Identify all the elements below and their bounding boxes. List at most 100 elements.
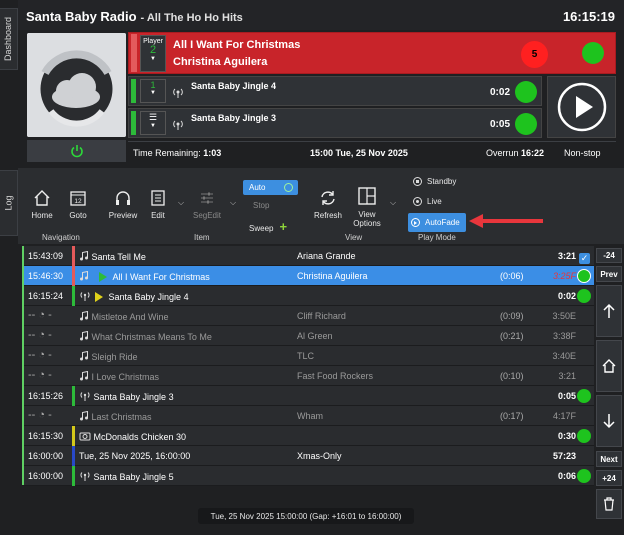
home-button[interactable]: Home <box>28 176 56 220</box>
play-button[interactable] <box>547 76 616 138</box>
player-3[interactable]: ☰ ▼ Santa Baby Jingle 3 0:05 <box>128 108 542 138</box>
minus-24-button[interactable]: -24 <box>596 248 622 263</box>
station-title: Santa Baby Radio - All The Ho Ho Hits <box>26 9 243 24</box>
gap-footer: Tue, 25 Nov 2025 15:00:00 (Gap: +16:01 t… <box>198 508 414 524</box>
log-row[interactable]: -- ◔ - Mistletoe And Wine Cliff Richard (0… <box>22 306 594 326</box>
log-row[interactable]: 16:15:30 McDonalds Chicken 30 0:30 <box>22 426 594 446</box>
log-row[interactable]: 16:00:00 Tue, 25 Nov 2025, 16:00:00 Xmas-… <box>22 446 594 466</box>
live-label: Live <box>427 197 442 206</box>
clock-offset-icon: -- ◔ - <box>28 369 52 381</box>
svg-text:12: 12 <box>74 198 82 205</box>
trash-icon <box>604 497 614 511</box>
add-icon: + <box>279 219 288 234</box>
jingle-icon <box>79 292 91 303</box>
sweep-button[interactable]: Sweep + <box>249 219 287 234</box>
chevron-down-icon: ▼ <box>150 123 156 129</box>
chevron-down-icon[interactable]: ⌵ <box>178 198 184 208</box>
row-artist: Fast Food Rockers <box>297 371 374 381</box>
standby-option[interactable]: Standby <box>413 177 456 186</box>
jingle-icon <box>173 88 183 98</box>
refresh-button[interactable]: Refresh <box>312 176 344 220</box>
chevron-down-icon[interactable]: ⌵ <box>390 198 396 208</box>
player-3-status-dot[interactable] <box>515 113 537 135</box>
on-air-song: All I Want For Christmas <box>173 39 301 51</box>
autofade-option[interactable]: AutoFade <box>408 213 466 232</box>
row-status-dot[interactable] <box>577 469 591 483</box>
home-icon <box>34 190 50 206</box>
delete-button[interactable] <box>596 489 622 519</box>
row-type-stripe <box>72 466 75 486</box>
dashboard-tab[interactable]: Dashboard <box>0 8 18 70</box>
plus-24-button[interactable]: +24 <box>596 470 622 486</box>
view-options-button[interactable]: View Options <box>348 176 386 228</box>
player-selector[interactable]: Player 2 ▼ <box>140 35 166 72</box>
log-row[interactable]: 16:15:24 Santa Baby Jingle 4 0:02 <box>22 286 594 306</box>
player-2-time: 0:02 <box>490 87 511 98</box>
next-button[interactable]: Next <box>596 451 622 467</box>
on-air-status-dot[interactable] <box>582 42 604 64</box>
row-length: 3:21 <box>558 371 576 381</box>
row-time: 16:15:24 <box>28 291 64 301</box>
goto-button[interactable]: 12 Goto <box>64 176 92 220</box>
prev-button[interactable]: Prev <box>596 266 622 282</box>
segedit-button[interactable]: SegEdit <box>190 176 224 220</box>
log-row[interactable]: -- ◔ - Last Christmas Wham (0:17) 4:17F <box>22 406 594 426</box>
auto-toggle[interactable]: Auto <box>243 180 298 195</box>
row-length: 0:30 <box>557 431 576 441</box>
log-row[interactable]: -- ◔ - What Christmas Means To Me Al Gree… <box>22 326 594 346</box>
stop-button[interactable]: Stop <box>253 201 269 210</box>
standby-label: Standby <box>427 177 457 186</box>
log-row[interactable]: 16:15:26 Santa Baby Jingle 3 0:05 <box>22 386 594 406</box>
edit-button[interactable]: Edit <box>148 176 168 220</box>
log-row[interactable]: -- ◔ - Sleigh Ride TLC 3:40E <box>22 346 594 366</box>
log-list-edge <box>22 246 24 485</box>
live-option[interactable]: Live <box>413 197 442 206</box>
chevron-down-icon[interactable]: ⌵ <box>230 198 236 208</box>
player-3-menu[interactable]: ☰ ▼ <box>140 111 166 135</box>
row-length: 3:40E <box>552 351 576 361</box>
view-options-label-2: Options <box>353 219 381 228</box>
log-tab[interactable]: Log <box>0 170 18 236</box>
player-3-title: Santa Baby Jingle 3 <box>191 113 277 123</box>
checked-icon[interactable]: ✓ <box>579 253 590 264</box>
group-play-mode: Play Mode <box>418 233 456 242</box>
row-status-dot[interactable] <box>577 269 591 283</box>
row-length: 4:17F <box>552 411 576 421</box>
player-2-status-dot[interactable] <box>515 81 537 103</box>
row-title: Tue, 25 Nov 2025, 16:00:00 <box>79 451 191 461</box>
station-logo <box>27 33 126 137</box>
preview-button[interactable]: Preview <box>106 176 140 220</box>
chevron-down-icon: ▼ <box>150 90 156 96</box>
group-view: View <box>345 233 363 242</box>
log-row[interactable]: -- ◔ - I Love Christmas Fast Food Rockers… <box>22 366 594 386</box>
player-number: 2 <box>149 44 157 56</box>
log-list[interactable]: 15:43:09 Santa Tell Me Ariana Grande 3:21 ✓… <box>22 246 594 486</box>
row-status-dot[interactable] <box>577 289 591 303</box>
player-2[interactable]: 1 ▼ Santa Baby Jingle 4 0:02 <box>128 76 542 106</box>
row-status-dot[interactable] <box>577 389 591 403</box>
clock-offset-icon: -- ◔ - <box>28 309 52 321</box>
log-row[interactable]: 15:43:09 Santa Tell Me Ariana Grande 3:21 ✓ <box>22 246 594 266</box>
home-list-button[interactable] <box>596 340 622 392</box>
music-note-icon <box>79 370 89 383</box>
scroll-down-button[interactable] <box>596 395 622 447</box>
play-mode-status[interactable]: Non-stop <box>564 148 601 158</box>
live-dot-icon <box>413 197 422 206</box>
log-row[interactable]: 15:46:30 All I Want For Christmas Christi… <box>22 266 594 286</box>
row-title: All I Want For Christmas <box>79 270 210 283</box>
row-title: Santa Baby Jingle 4 <box>79 291 189 303</box>
row-time: 16:15:30 <box>28 431 64 441</box>
scroll-up-button[interactable] <box>596 285 622 337</box>
power-button[interactable] <box>27 140 126 162</box>
log-row[interactable]: 16:00:00 Santa Baby Jingle 5 0:06 <box>22 466 594 486</box>
arrow-down-icon <box>603 414 615 429</box>
segedit-label: SegEdit <box>192 211 222 220</box>
clock-offset-icon: -- ◔ - <box>28 409 52 421</box>
row-artist: Al Green <box>297 331 333 341</box>
autofade-label: AutoFade <box>425 218 460 227</box>
row-title: McDonalds Chicken 30 <box>79 431 186 443</box>
player-2-selector[interactable]: 1 ▼ <box>140 79 166 103</box>
row-type-stripe <box>72 446 75 466</box>
row-status-dot[interactable] <box>577 429 591 443</box>
next-up-icon <box>95 292 103 302</box>
